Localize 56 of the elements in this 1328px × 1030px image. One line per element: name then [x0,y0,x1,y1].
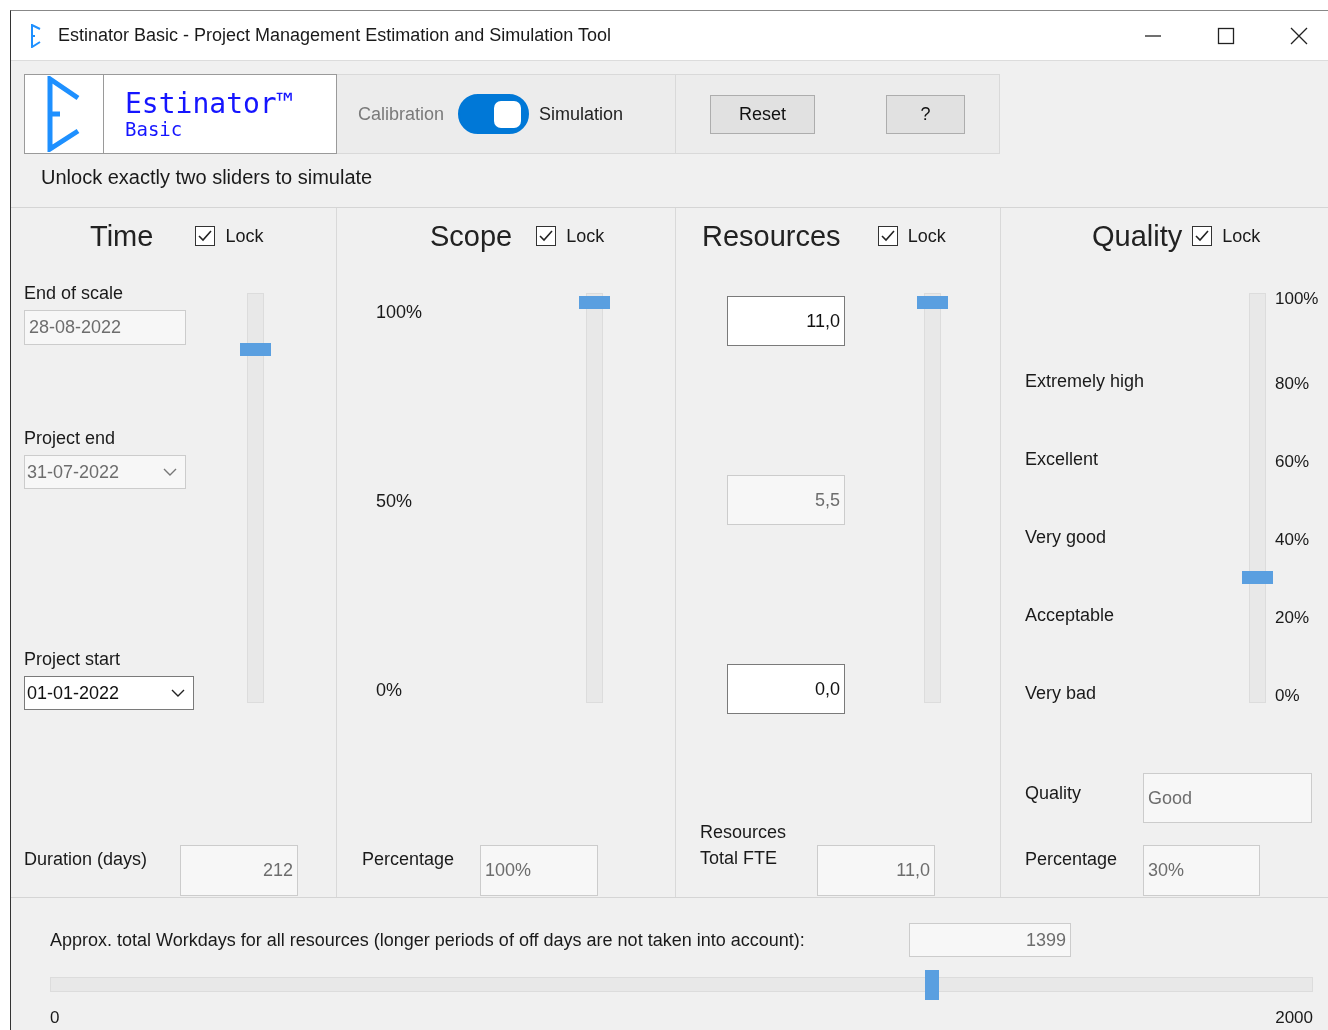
panel-title: Quality [1092,219,1183,253]
logo-name: Estinator™ [125,89,294,119]
scale-label: 20% [1275,608,1311,628]
field-label: Duration (days) [24,849,149,869]
lock-checkbox[interactable]: Lock [195,225,264,247]
scale-label: 100% [1275,289,1319,309]
scale-label: 2000 [1275,1008,1313,1028]
lock-checkbox[interactable]: Lock [877,225,946,247]
panel-title: Resources [702,219,841,253]
slider-thumb[interactable] [1242,571,1273,585]
app-icon [30,23,42,48]
slider-thumb[interactable] [579,296,610,309]
chevron-down-icon [163,468,177,476]
field-label: End of scale [24,283,125,303]
lock-checkbox[interactable]: Lock [1192,225,1261,247]
field-label: Project end [24,428,117,448]
lock-checkbox[interactable]: Lock [536,225,605,247]
logo-icon [47,76,81,152]
scale-label: 0 [50,1008,60,1028]
maximize-icon [1217,26,1235,45]
scale-label: 40% [1275,530,1311,550]
scale-label: 0% [1275,686,1301,706]
scale-label: 100% [376,302,423,322]
panel-title: Time [90,219,154,253]
field-label: Percentage [1025,849,1119,869]
level-label: Acceptable [1025,605,1115,625]
slider-thumb[interactable] [917,296,948,309]
slider-thumb[interactable] [240,343,271,357]
number-field[interactable]: 0,0 [727,664,845,714]
mode-label: Calibration [358,103,445,125]
field-label: Resources Total FTE [700,821,788,870]
panel-title: Scope [430,219,513,253]
field-label: Approx. total Workdays for all resources (longer periods of off days are not taken into account): [50,929,806,951]
reset-button[interactable]: Reset [710,94,815,134]
scale-label: 80% [1275,374,1311,394]
level-label: Extremely high [1025,371,1145,391]
level-label: Excellent [1025,449,1099,469]
level-label: Very good [1025,527,1107,547]
mode-toggle[interactable] [458,94,530,134]
field-label: Percentage [362,849,456,869]
number-field[interactable]: 11,0 [727,296,845,346]
window-title: Estinator Basic - Project Management Estimation and Simulation Tool [58,25,611,46]
close-icon [1290,26,1308,45]
minimize-icon [1144,34,1162,37]
level-label: Very bad [1025,683,1097,703]
date-dropdown[interactable]: 01-01-2022 [24,676,194,710]
hint-text: Unlock exactly two sliders to simulate [40,165,374,189]
mode-label: Simulation [539,103,624,125]
scale-label: 0% [376,680,402,700]
field-label: Quality [1025,783,1083,803]
help-button[interactable]: ? [886,94,965,134]
scale-label: 50% [376,491,413,511]
field-label: Project start [24,649,122,669]
logo-edition: Basic [125,119,184,139]
scale-label: 60% [1275,452,1311,472]
chevron-down-icon [171,689,185,697]
